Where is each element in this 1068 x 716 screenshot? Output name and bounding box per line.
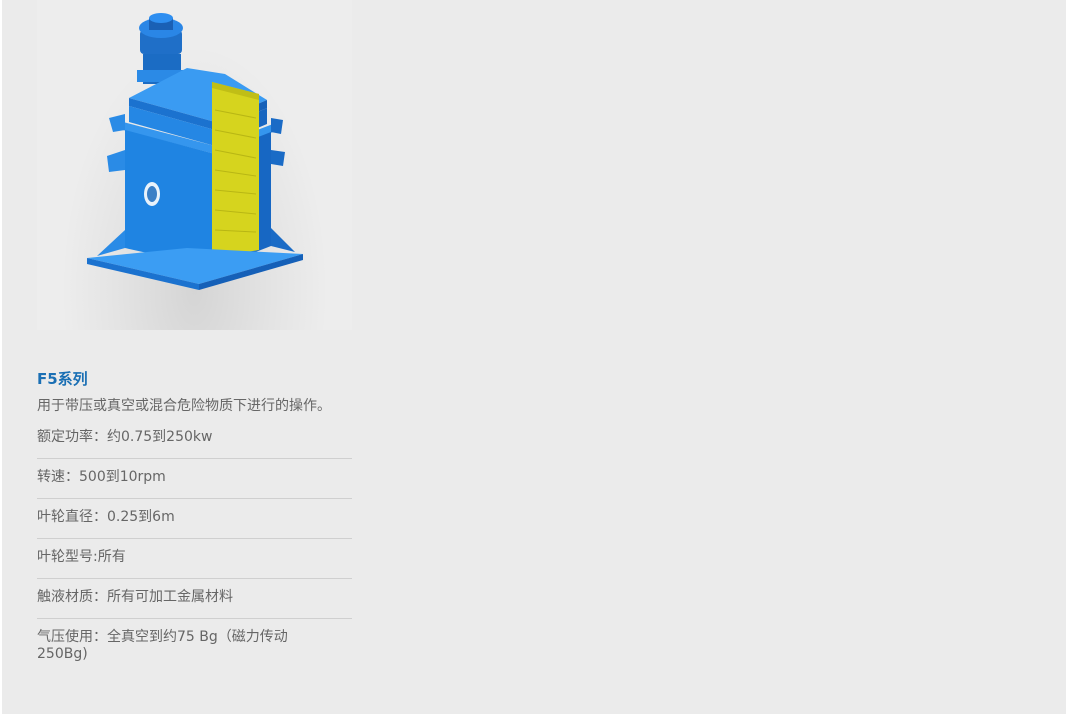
spec-rated-power: 额定功率：约0.75到250kw [37, 429, 352, 459]
product-title[interactable]: F5系列 [37, 370, 352, 388]
spec-wetted-material: 触液材质：所有可加工金属材料 [37, 579, 352, 619]
spec-speed: 转速：500到10rpm [37, 459, 352, 499]
spec-pressure: 气压使用：全真空到约75 Bg（磁力传动250Bg) [37, 629, 288, 662]
page-background: F5系列 用于带压或真空或混合危险物质下进行的操作。 额定功率：约0.75到25… [2, 0, 1066, 714]
product-image[interactable] [37, 0, 352, 330]
spec-impeller-type: 叶轮型号:所有 [37, 539, 352, 579]
spec-list: 额定功率：约0.75到250kw 转速：500到10rpm 叶轮直径：0.25到… [37, 429, 352, 675]
machine-illustration [87, 13, 303, 290]
product-card[interactable]: F5系列 用于带压或真空或混合危险物质下进行的操作。 额定功率：约0.75到25… [37, 0, 352, 675]
product-description: 用于带压或真空或混合危险物质下进行的操作。 [37, 398, 331, 414]
spec-impeller-diameter: 叶轮直径：0.25到6m [37, 499, 352, 539]
